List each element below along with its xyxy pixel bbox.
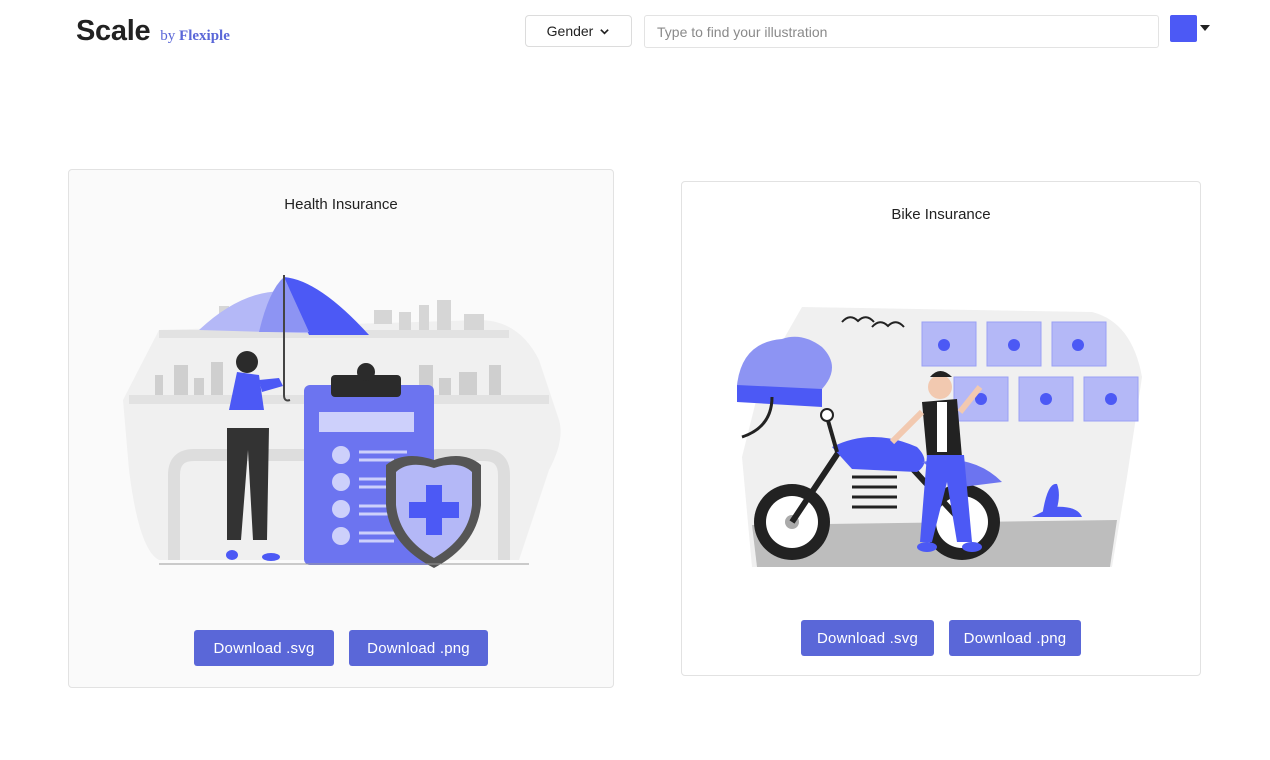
caret-down-icon[interactable] [1200,25,1210,31]
download-png-button[interactable]: Download .png [349,630,488,666]
logo[interactable]: Scale by Flexiple [76,15,230,48]
card-title: Health Insurance [284,196,398,213]
logo-by-text: by [160,28,176,44]
gender-dropdown-label: Gender [546,23,594,39]
color-picker[interactable] [1170,15,1210,42]
logo-brand: Flexiple [179,28,230,44]
health-insurance-illustration [123,275,561,568]
illustration-card-bike-insurance: Bike Insurance Download .svg Download .p… [681,181,1201,676]
download-svg-button[interactable]: Download .svg [194,630,334,666]
chevron-down-icon [600,28,610,35]
download-png-button[interactable]: Download .png [949,620,1081,656]
gender-dropdown[interactable]: Gender [525,15,632,47]
logo-byline: by Flexiple [160,28,230,45]
card-title: Bike Insurance [891,206,991,223]
search-input[interactable] [644,15,1159,48]
color-swatch[interactable] [1170,15,1197,42]
download-svg-button[interactable]: Download .svg [801,620,934,656]
illustration-card-health-insurance: Health Insurance Download .svg Download … [68,169,614,688]
logo-title: Scale [76,15,151,47]
bike-insurance-illustration [737,307,1142,567]
